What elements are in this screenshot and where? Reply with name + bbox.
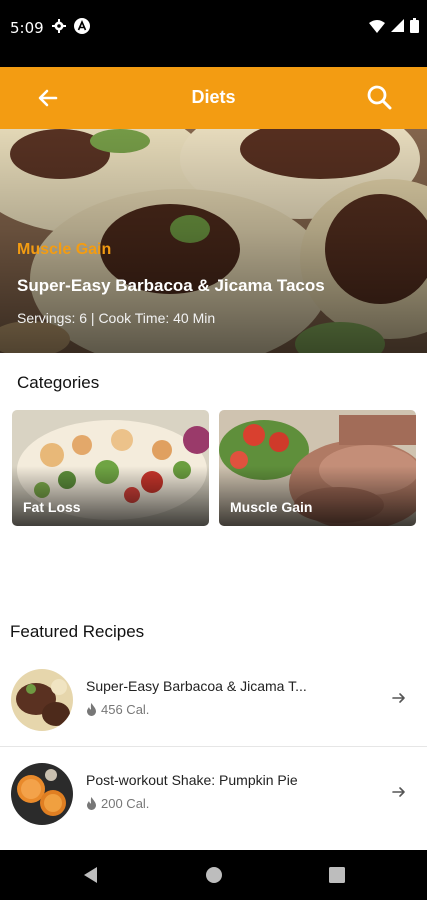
chevron-right-icon	[392, 787, 405, 797]
recipe-name: Super-Easy Barbacoa & Jicama T...	[86, 678, 307, 694]
app-bar: Diets	[0, 67, 427, 129]
category-label: Fat Loss	[23, 499, 81, 515]
search-button[interactable]	[365, 83, 393, 111]
flame-icon	[87, 703, 96, 716]
hero-recipe-title: Super-Easy Barbacoa & Jicama Tacos	[17, 276, 325, 295]
nav-recents-button[interactable]	[327, 865, 347, 885]
page-title: Diets	[191, 87, 236, 107]
recipe-thumbnail	[11, 669, 73, 731]
chevron-right-icon	[392, 693, 405, 703]
cell-signal-icon	[391, 19, 404, 32]
nav-back-icon	[84, 867, 97, 883]
flame-icon	[87, 797, 96, 810]
list-divider	[0, 746, 427, 747]
nav-home-icon	[206, 867, 222, 883]
hero-category-tag: Muscle Gain	[17, 241, 112, 258]
hero-featured-recipe[interactable]: Muscle Gain Super-Easy Barbacoa & Jicama…	[0, 129, 427, 353]
recipe-image-shake	[11, 763, 73, 825]
hero-recipe-meta: Servings: 6 | Cook Time: 40 Min	[17, 310, 216, 326]
category-card-muscle-gain[interactable]: Muscle Gain	[219, 410, 416, 526]
settings-gear-icon	[52, 19, 66, 33]
categories-heading: Categories	[17, 373, 100, 392]
nav-recents-icon	[329, 867, 345, 883]
nav-home-button[interactable]	[204, 865, 224, 885]
category-label: Muscle Gain	[230, 499, 313, 515]
recipe-image-tacos	[11, 669, 73, 731]
wifi-icon	[369, 19, 385, 33]
recipe-list-item[interactable]: Post-workout Shake: Pumpkin Pie 200 Cal.	[0, 748, 427, 840]
system-navigation-bar	[0, 850, 427, 900]
recipe-calories: 200 Cal.	[101, 796, 150, 811]
app-notification-icon	[74, 18, 90, 34]
status-bar: 5:09	[0, 0, 427, 67]
recipe-calories: 456 Cal.	[101, 702, 150, 717]
search-icon	[367, 85, 392, 110]
category-card-fat-loss[interactable]: Fat Loss	[12, 410, 209, 526]
recipe-thumbnail	[11, 763, 73, 825]
recipe-list-item[interactable]: Super-Easy Barbacoa & Jicama T... 456 Ca…	[0, 654, 427, 746]
battery-icon	[410, 18, 419, 33]
featured-recipes-heading: Featured Recipes	[10, 622, 145, 641]
recipe-name: Post-workout Shake: Pumpkin Pie	[86, 772, 298, 788]
status-time: 5:09	[10, 19, 44, 37]
nav-back-button[interactable]	[80, 865, 100, 885]
